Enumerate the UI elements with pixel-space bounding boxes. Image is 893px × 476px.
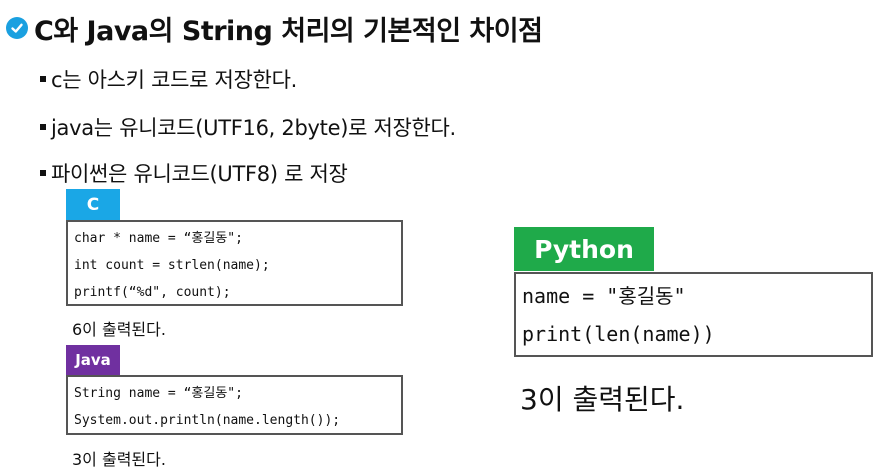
code-line: name = "홍길동" <box>522 284 686 308</box>
code-line: String name = “홍길동"; <box>74 386 243 401</box>
c-language-tag: C <box>66 189 120 220</box>
code-line: printf(“%d", count); <box>74 285 231 300</box>
python-result-text: 3이 출력된다. <box>520 383 685 416</box>
check-circle-icon <box>6 17 28 39</box>
bullet-item-ascii: c는 아스키 코드로 저장한다. <box>40 64 297 94</box>
code-line: System.out.println(name.length()); <box>74 413 341 428</box>
bullet-text: c는 아스키 코드로 저장한다. <box>51 68 297 92</box>
code-line: int count = strlen(name); <box>74 258 270 273</box>
bullet-text: 파이썬은 유니코드(UTF8) 로 저장 <box>51 162 348 186</box>
code-line: char * name = “홍길동"; <box>74 231 243 246</box>
bullet-item-python-unicode: 파이썬은 유니코드(UTF8) 로 저장 <box>40 158 348 188</box>
square-bullet-icon <box>40 124 46 130</box>
square-bullet-icon <box>40 76 46 82</box>
python-language-tag: Python <box>514 227 654 271</box>
c-code-box: char * name = “홍길동"; int count = strlen(… <box>66 220 403 306</box>
slide-title-row: C와 Java의 String 처리의 기본적인 차이점 <box>6 8 543 48</box>
java-result-text: 3이 출력된다. <box>72 450 166 469</box>
square-bullet-icon <box>40 170 46 176</box>
bullet-text: java는 유니코드(UTF16, 2byte)로 저장한다. <box>51 116 456 140</box>
code-line: print(len(name)) <box>522 322 715 346</box>
slide-title: C와 Java의 String 처리의 기본적인 차이점 <box>34 15 543 47</box>
java-language-tag: Java <box>66 345 120 375</box>
java-code-box: String name = “홍길동"; System.out.println(… <box>66 375 403 435</box>
python-code-box: name = "홍길동" print(len(name)) <box>514 272 873 357</box>
c-result-text: 6이 출력된다. <box>72 320 166 339</box>
bullet-item-java-unicode: java는 유니코드(UTF16, 2byte)로 저장한다. <box>40 112 456 142</box>
